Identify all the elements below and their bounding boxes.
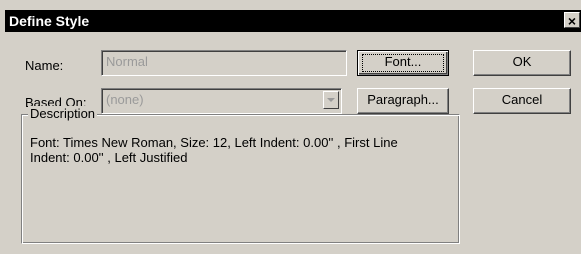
description-text: Font: Times New Roman, Size: 12, Left In… [30, 135, 398, 165]
cancel-button[interactable]: Cancel [473, 88, 571, 114]
cancel-button-label: Cancel [501, 92, 543, 107]
chevron-down-icon[interactable] [323, 91, 339, 109]
close-button[interactable]: × [564, 12, 580, 29]
name-value: Normal [106, 54, 148, 69]
ok-button[interactable]: OK [473, 50, 571, 76]
title-bar[interactable]: Define Style × [5, 10, 581, 32]
dialog-body: Name: Normal Based On: (none) Font... Pa… [5, 32, 581, 254]
based-on-select[interactable]: (none) [101, 88, 342, 114]
paragraph-button[interactable]: Paragraph... [357, 88, 449, 114]
ok-button-label: OK [512, 54, 532, 69]
name-label: Name: [25, 58, 64, 73]
description-title: Description [28, 106, 98, 121]
paragraph-button-label: Paragraph... [367, 92, 439, 107]
close-icon: × [567, 13, 577, 29]
font-button-label: Font... [384, 54, 422, 69]
font-button[interactable]: Font... [357, 50, 449, 76]
name-field[interactable]: Normal [101, 50, 347, 76]
window-title: Define Style [9, 13, 90, 29]
define-style-dialog: Define Style × Name: Normal Based On: (n… [0, 0, 581, 254]
description-group: Description Font: Times New Roman, Size:… [21, 106, 460, 244]
based-on-value: (none) [106, 92, 144, 107]
